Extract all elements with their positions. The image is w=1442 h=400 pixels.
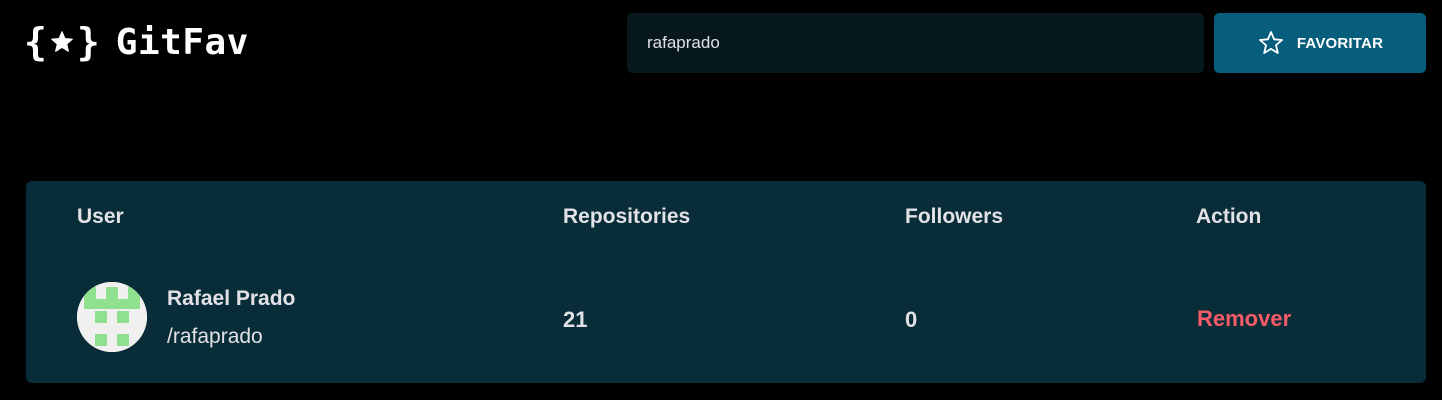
favorite-button-label: FAVORITAR bbox=[1296, 34, 1384, 52]
logo-close-brace: } bbox=[76, 20, 100, 64]
user-login: /rafaprado bbox=[167, 325, 263, 348]
repositories-count: 21 bbox=[563, 307, 588, 332]
header-followers: Followers bbox=[905, 205, 1004, 228]
app-title: GitFav bbox=[115, 21, 249, 63]
remove-button[interactable]: Remover bbox=[1197, 306, 1291, 332]
followers-count: 0 bbox=[905, 307, 918, 332]
star-outline-icon bbox=[1257, 29, 1285, 57]
user-name: Rafael Prado bbox=[167, 287, 296, 310]
header-repositories: Repositories bbox=[563, 205, 691, 228]
avatar bbox=[77, 282, 147, 352]
app-header: { } GitFav FAVORITAR bbox=[0, 0, 1442, 90]
search-input[interactable] bbox=[627, 13, 1204, 73]
favorite-button[interactable]: FAVORITAR bbox=[1214, 13, 1426, 73]
favorites-table: User Repositories Followers Action Rafae… bbox=[26, 181, 1426, 383]
header-user: User bbox=[77, 205, 124, 228]
app-logo: { } GitFav bbox=[24, 18, 249, 66]
logo-star-icon bbox=[49, 29, 75, 55]
table-row: Rafael Prado /rafaprado 21 0 Remover bbox=[26, 269, 1426, 369]
header-action: Action bbox=[1196, 205, 1262, 228]
logo-open-brace: { bbox=[24, 20, 47, 64]
